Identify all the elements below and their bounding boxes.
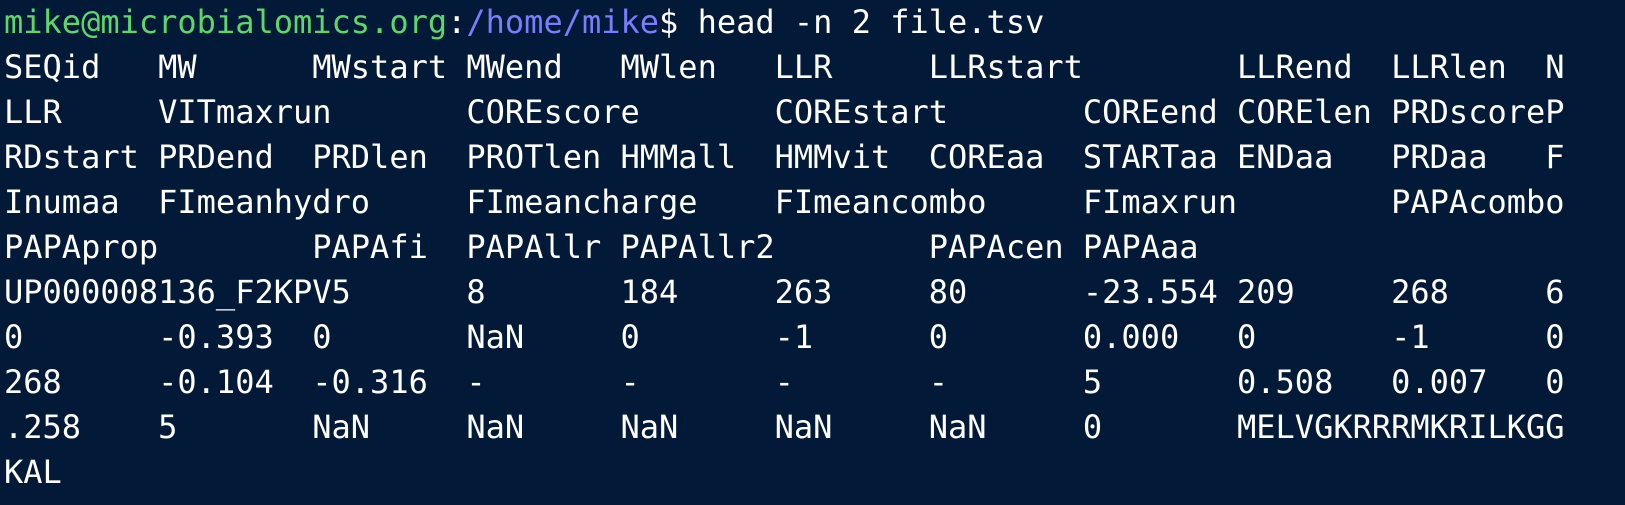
- output-line: UP000008136_F2KPV5 8 184 263 80 -23.554 …: [4, 273, 1565, 311]
- command-text: head -n 2 file.tsv: [697, 3, 1045, 41]
- output-line: PAPAprop PAPAfi PAPAllr PAPAllr2 PAPAcen…: [4, 228, 1199, 266]
- prompt-symbol: $: [659, 3, 679, 41]
- output-line: 268 -0.104 -0.316 - - - - 5 0.508 0.007 …: [4, 363, 1565, 401]
- prompt-separator: :: [447, 3, 467, 41]
- output-line: 0 -0.393 0 NaN 0 -1 0 0.000 0 -1 0: [4, 318, 1565, 356]
- output-line: .258 5 NaN NaN NaN NaN NaN 0 MELVGKRRRMK…: [4, 408, 1565, 446]
- output-line: SEQid MW MWstart MWend MWlen LLR LLRstar…: [4, 48, 1565, 86]
- output-line: LLR VITmaxrun COREscore COREstart COREen…: [4, 93, 1565, 131]
- output-line: KAL: [4, 453, 62, 491]
- terminal-window[interactable]: mike@microbialomics.org:/home/mike$ head …: [0, 0, 1625, 505]
- output-line: RDstart PRDend PRDlen PROTlen HMMall HMM…: [4, 138, 1565, 176]
- prompt-path: /home/mike: [466, 3, 660, 41]
- prompt-user-host: mike@microbialomics.org: [4, 3, 448, 41]
- prompt-line: mike@microbialomics.org:/home/mike$ head …: [4, 0, 1625, 45]
- output-line: Inumaa FImeanhydro FImeancharge FImeanco…: [4, 183, 1565, 221]
